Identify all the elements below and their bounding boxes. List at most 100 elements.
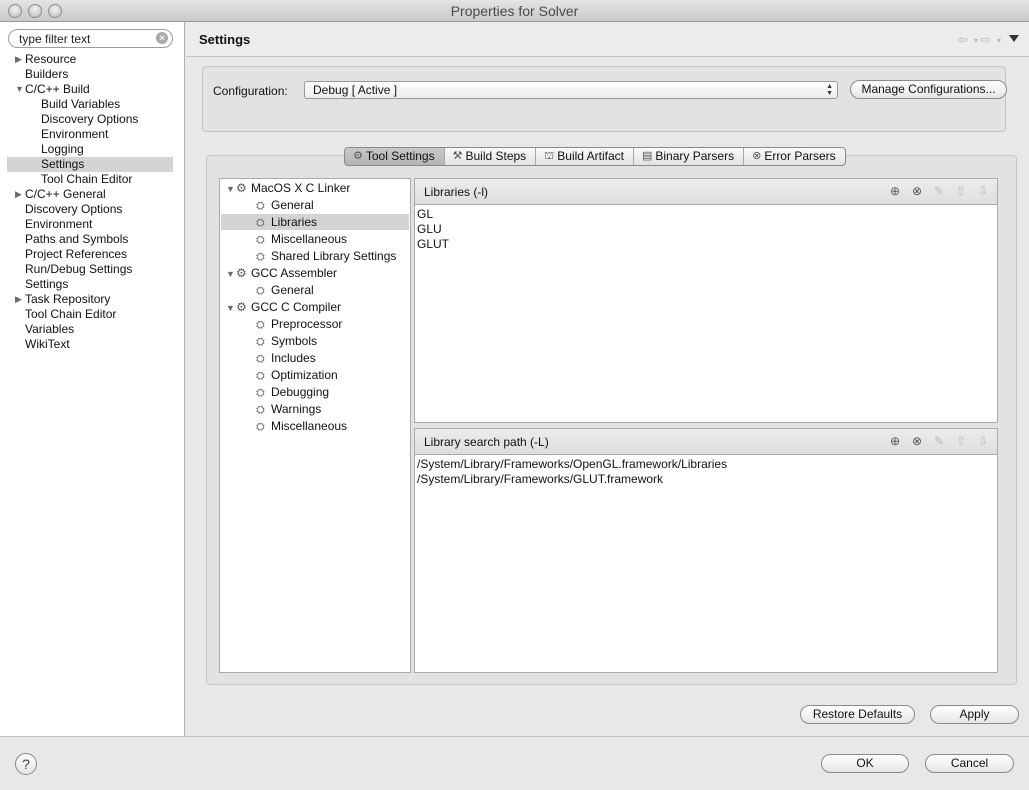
tab-label: Binary Parsers	[655, 149, 735, 163]
sidebar-item-wikitext[interactable]: WikiText	[7, 337, 173, 352]
sidebar-item-tool-chain-editor[interactable]: Tool Chain Editor	[7, 307, 173, 322]
tree-group-macos-x-c-linker[interactable]: ▼⚙ MacOS X C Linker	[226, 180, 350, 197]
configuration-value: Debug [ Active ]	[313, 83, 398, 97]
sidebar-item-task-repository[interactable]: ▶ Task Repository	[7, 292, 173, 307]
filter-input[interactable]: type filter text ✕	[8, 29, 173, 48]
list-item[interactable]: /System/Library/Frameworks/OpenGL.framew…	[417, 457, 727, 472]
tree-item-label: Symbols	[271, 334, 318, 348]
list-item[interactable]: GLUT	[417, 237, 449, 252]
error-parsers-icon: ⊗	[752, 150, 762, 162]
delete-icon[interactable]: ⊗	[909, 183, 925, 199]
chevron-down-icon[interactable]: ▼	[226, 266, 236, 283]
forward-icon[interactable]: ⇨	[980, 32, 991, 48]
help-button[interactable]: ?	[15, 753, 37, 775]
tree-item-debugging[interactable]: ⛭ Debugging	[256, 384, 329, 401]
chevron-right-icon[interactable]: ▶	[15, 52, 22, 67]
search-path-panel-header: Library search path (-L) ⊕ ⊗ ✎ ⇧ ⇩	[415, 429, 997, 455]
chevron-right-icon[interactable]: ▶	[15, 292, 22, 307]
chevron-down-icon[interactable]: ▼	[15, 82, 24, 97]
option-category-icon: ⛭	[256, 353, 265, 365]
forward-menu-icon[interactable]: ▾	[997, 36, 1001, 45]
cancel-button[interactable]: Cancel	[925, 754, 1014, 773]
sidebar-item-discovery-options[interactable]: Discovery Options	[7, 112, 173, 127]
sidebar-item-variables[interactable]: Variables	[7, 322, 173, 337]
option-category-icon: ⛭	[256, 200, 265, 212]
libraries-panel-title: Libraries (-l)	[424, 185, 489, 199]
edit-icon[interactable]: ✎	[931, 433, 947, 449]
sidebar-item-c-c-general[interactable]: ▶ C/C++ General	[7, 187, 173, 202]
move-up-icon[interactable]: ⇧	[953, 183, 969, 199]
add-icon[interactable]: ⊕	[887, 433, 903, 449]
chevron-down-icon[interactable]: ▼	[226, 300, 236, 317]
tool-settings-icon: ⚙	[353, 150, 363, 162]
tool-tree: ▼⚙ MacOS X C Linker ⛭ General ⛭ Libraries ⛭ Mis…	[219, 178, 411, 673]
tree-item-miscellaneous[interactable]: ⛭ Miscellaneous	[256, 418, 347, 435]
move-down-icon[interactable]: ⇩	[975, 183, 991, 199]
tool-gear-icon: ⚙	[236, 181, 247, 195]
manage-configurations-button[interactable]: Manage Configurations...	[850, 80, 1007, 99]
tree-item-optimization[interactable]: ⛭ Optimization	[256, 367, 338, 384]
list-item[interactable]: /System/Library/Frameworks/GLUT.framewor…	[417, 472, 727, 487]
sidebar-item-environment[interactable]: Environment	[7, 127, 173, 142]
tree-item-preprocessor[interactable]: ⛭ Preprocessor	[256, 316, 342, 333]
sidebar-item-discovery-options[interactable]: Discovery Options	[7, 202, 173, 217]
move-up-icon[interactable]: ⇧	[953, 433, 969, 449]
sidebar-item-project-references[interactable]: Project References	[7, 247, 173, 262]
back-icon[interactable]: ⇦	[957, 32, 968, 48]
tree-item-libraries[interactable]: ⛭ Libraries	[256, 214, 317, 231]
sidebar-item-run-debug-settings[interactable]: Run/Debug Settings	[7, 262, 173, 277]
back-menu-icon[interactable]: ▾	[974, 36, 978, 45]
tree-item-general[interactable]: ⛭ General	[256, 197, 314, 214]
tab-tool-settings[interactable]: ⚙ Tool Settings	[345, 148, 445, 165]
sidebar-item-tool-chain-editor[interactable]: Tool Chain Editor	[7, 172, 173, 187]
sidebar-item-settings[interactable]: Settings	[7, 277, 173, 292]
list-item[interactable]: GL	[417, 207, 449, 222]
tree-item-general[interactable]: ⛭ General	[256, 282, 314, 299]
view-menu-icon[interactable]	[1009, 35, 1019, 42]
sidebar-item-environment[interactable]: Environment	[7, 217, 173, 232]
move-down-icon[interactable]: ⇩	[975, 433, 991, 449]
tree-item-label: Preprocessor	[271, 317, 343, 331]
list-item[interactable]: GLU	[417, 222, 449, 237]
chevron-down-icon[interactable]: ▼	[226, 181, 236, 198]
tree-item-shared-library-settings[interactable]: ⛭ Shared Library Settings	[256, 248, 396, 265]
sidebar-item-resource[interactable]: ▶ Resource	[7, 52, 173, 67]
configuration-label: Configuration:	[213, 84, 288, 98]
restore-defaults-button[interactable]: Restore Defaults	[800, 705, 915, 724]
sidebar-item-settings[interactable]: Settings	[7, 157, 173, 172]
option-category-icon: ⛭	[256, 336, 265, 348]
apply-button[interactable]: Apply	[930, 705, 1019, 724]
sidebar-item-c-c-build[interactable]: ▼ C/C++ Build	[7, 82, 173, 97]
tab-build-steps[interactable]: ⚒ Build Steps	[445, 148, 537, 165]
main-panel: Settings ⇦ ▾ ⇨ ▾ Configuration: Debug [ …	[186, 22, 1029, 736]
tree-item-warnings[interactable]: ⛭ Warnings	[256, 401, 321, 418]
delete-icon[interactable]: ⊗	[909, 433, 925, 449]
chevron-right-icon[interactable]: ▶	[15, 187, 22, 202]
sidebar-item-label: Variables	[25, 322, 75, 336]
add-icon[interactable]: ⊕	[887, 183, 903, 199]
sidebar-item-logging[interactable]: Logging	[7, 142, 173, 157]
tab-error-parsers[interactable]: ⊗ Error Parsers	[744, 148, 845, 165]
sidebar-item-label: Discovery Options	[25, 202, 123, 216]
tab-binary-parsers[interactable]: ▤ Binary Parsers	[634, 148, 745, 165]
sidebar-item-build-variables[interactable]: Build Variables	[7, 97, 173, 112]
tree-group-gcc-assembler[interactable]: ▼⚙ GCC Assembler	[226, 265, 337, 282]
tree-item-includes[interactable]: ⛭ Includes	[256, 350, 316, 367]
tab-build-artifact[interactable]: ⛫ Build Artifact	[536, 148, 634, 165]
option-category-icon: ⛭	[256, 404, 265, 416]
tree-group-gcc-c-compiler[interactable]: ▼⚙ GCC C Compiler	[226, 299, 341, 316]
configuration-select[interactable]: Debug [ Active ] ▲ ▼	[304, 81, 838, 99]
sidebar-item-paths-and-symbols[interactable]: Paths and Symbols	[7, 232, 173, 247]
sidebar-item-label: Builders	[25, 67, 69, 81]
tree-item-label: Miscellaneous	[271, 419, 348, 433]
tree-item-symbols[interactable]: ⛭ Symbols	[256, 333, 317, 350]
library-search-path-panel: Library search path (-L) ⊕ ⊗ ✎ ⇧ ⇩ /Syst…	[414, 428, 998, 673]
clear-filter-icon[interactable]: ✕	[156, 32, 168, 44]
tree-item-miscellaneous[interactable]: ⛭ Miscellaneous	[256, 231, 347, 248]
sidebar-item-label: Discovery Options	[41, 112, 139, 126]
sidebar-item-label: Tool Chain Editor	[41, 172, 133, 186]
sidebar-item-builders[interactable]: Builders	[7, 67, 173, 82]
sidebar-item-label: Build Variables	[41, 97, 121, 111]
edit-icon[interactable]: ✎	[931, 183, 947, 199]
ok-button[interactable]: OK	[821, 754, 909, 773]
